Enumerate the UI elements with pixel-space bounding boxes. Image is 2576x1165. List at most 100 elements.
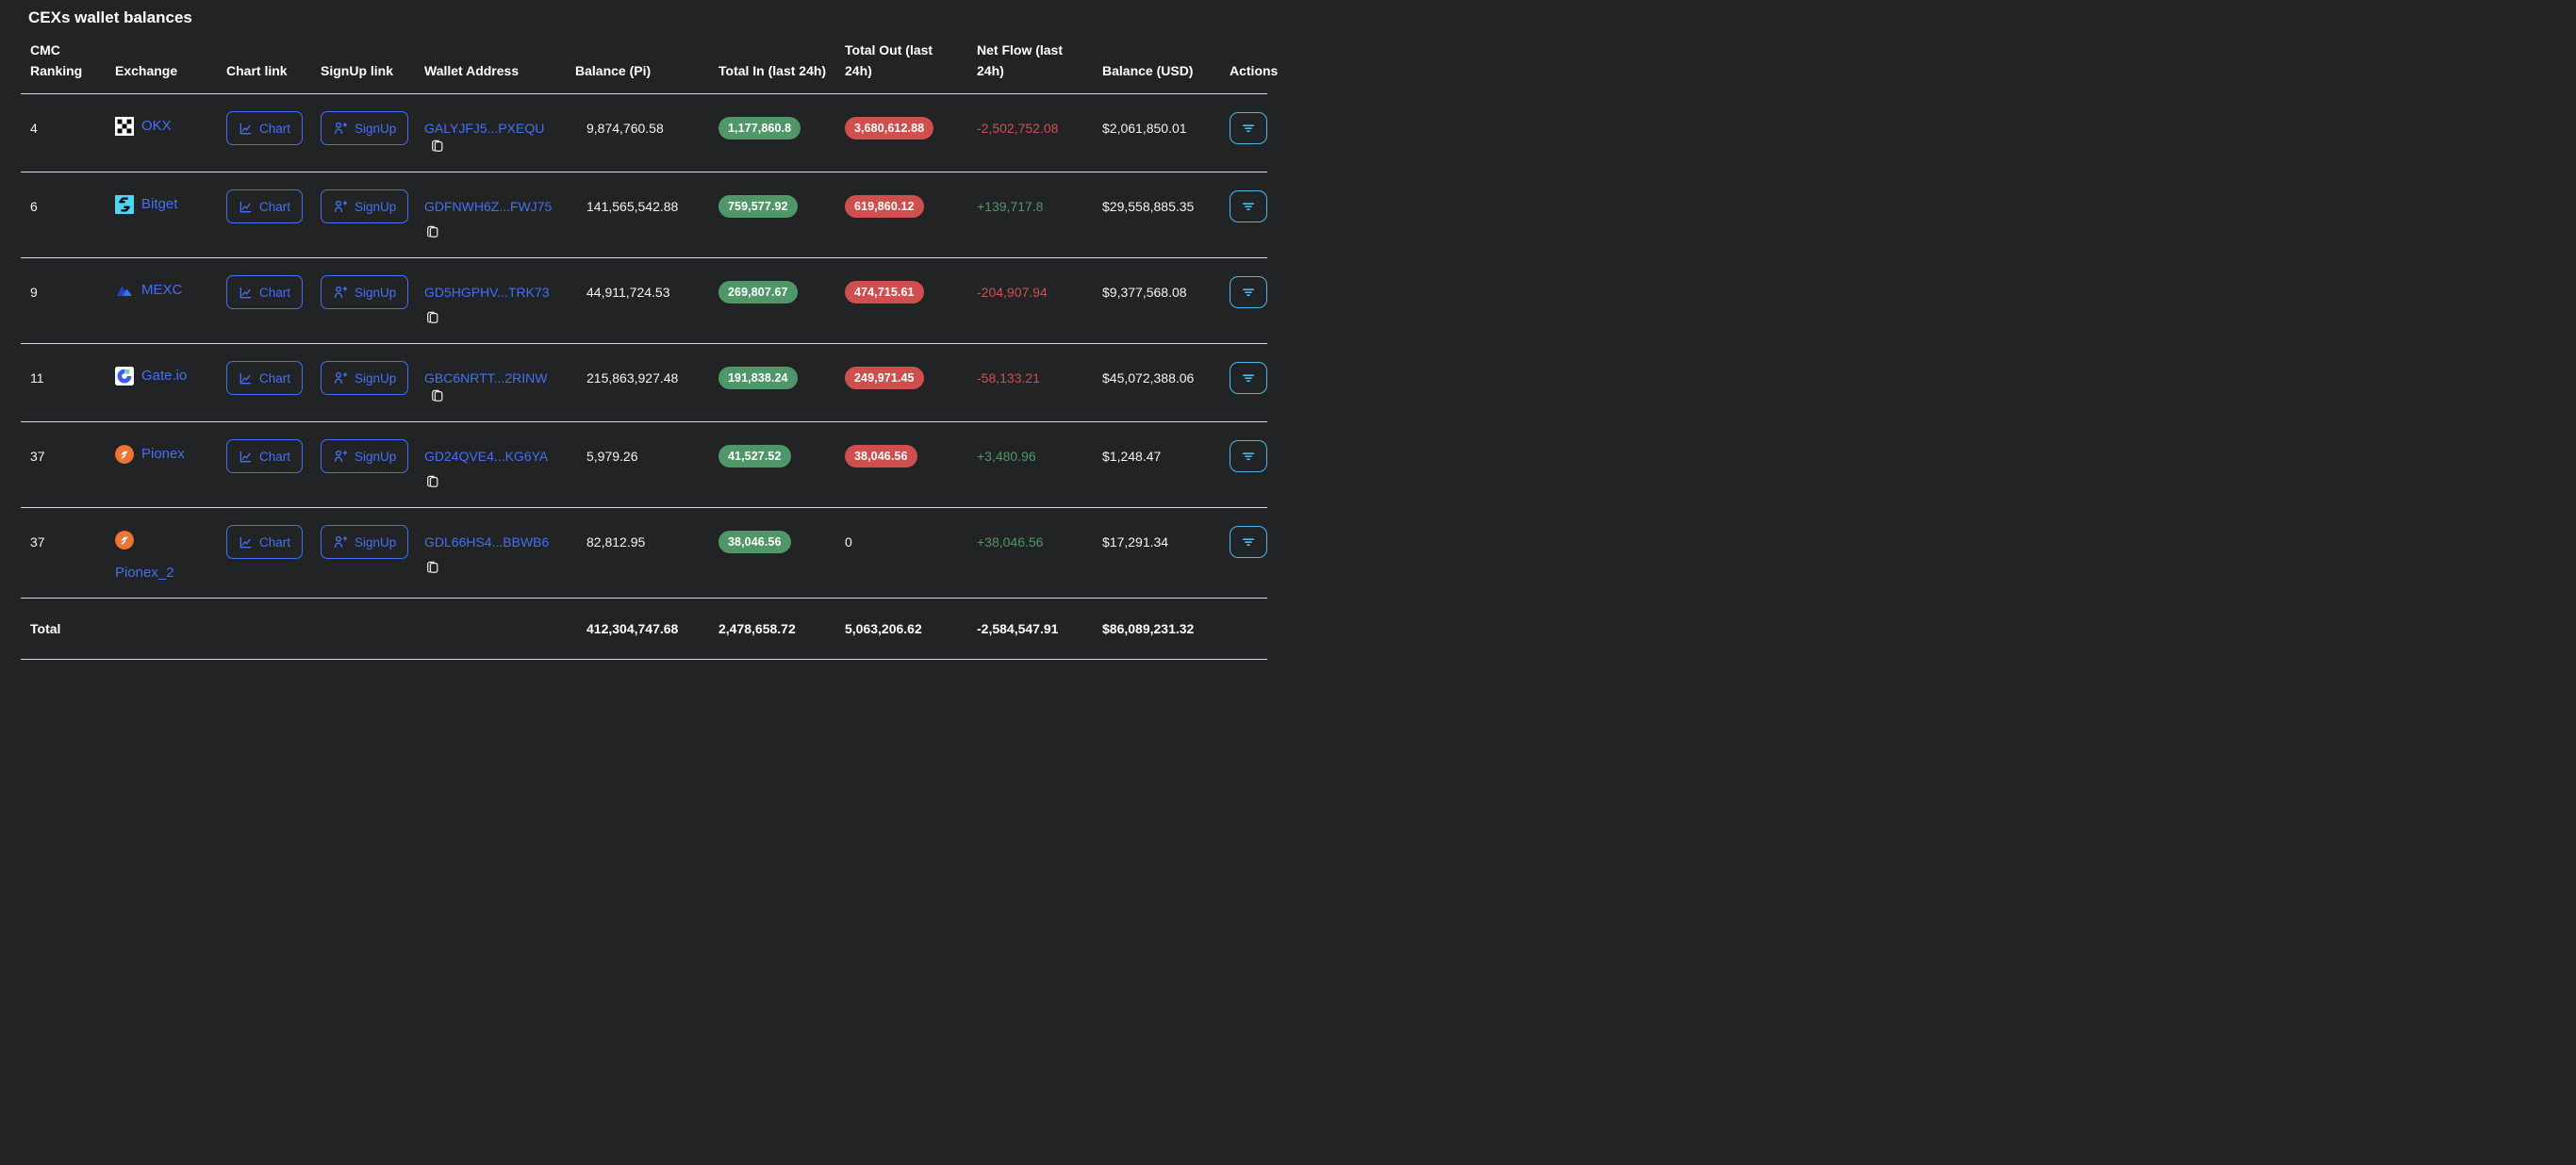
- row-actions-button[interactable]: [1230, 112, 1267, 144]
- wallet-address-cell: GBC6NRTT...2RINW: [415, 343, 566, 422]
- col-header-net-flow: Net Flow (last 24h): [967, 38, 1093, 94]
- filter-icon: [1242, 203, 1255, 210]
- net-flow-value: +139,717.8: [967, 172, 1093, 258]
- exchange-link-pionex[interactable]: Pionex: [115, 445, 185, 464]
- total-in-badge: 269,807.67: [718, 281, 798, 304]
- balance-usd-value: $17,291.34: [1093, 507, 1220, 599]
- net-flow-value: -2,502,752.08: [967, 93, 1093, 172]
- balance-pi-value: 82,812.95: [566, 507, 709, 599]
- wallet-address-link[interactable]: GD24QVE4...KG6YA: [424, 449, 548, 464]
- person-plus-icon: [334, 286, 348, 299]
- exchange-link-gateio[interactable]: Gate.io: [115, 367, 187, 386]
- person-plus-icon: [334, 122, 348, 135]
- total-in-badge: 759,577.92: [718, 195, 798, 218]
- chart-button[interactable]: Chart: [226, 439, 304, 473]
- col-header-chart-link: Chart link: [217, 38, 311, 94]
- total-out-sum: 5,063,206.62: [835, 598, 967, 660]
- wallet-address-link[interactable]: GDL66HS4...BBWB6: [424, 534, 549, 550]
- net-flow-value: +3,480.96: [967, 421, 1093, 508]
- col-header-actions: Actions: [1220, 38, 1278, 94]
- line-chart-icon: [239, 287, 252, 298]
- gateio-logo-icon: [115, 367, 134, 386]
- row-actions-button[interactable]: [1230, 440, 1267, 472]
- table-row: 11 Gate.io Chart SignUp GBC6NRTT...2RINW…: [21, 343, 1267, 422]
- wallet-address-link[interactable]: GDFNWH6Z...FWJ75: [424, 199, 552, 214]
- copy-icon[interactable]: [425, 474, 440, 492]
- col-header-total-out: Total Out (last 24h): [835, 38, 967, 94]
- total-in-badge: 191,838.24: [718, 367, 798, 389]
- table-row: 4 OKX Chart SignUp GALYJFJ5...PXEQU 9,87…: [21, 93, 1267, 172]
- person-plus-icon: [334, 535, 348, 549]
- signup-button[interactable]: SignUp: [321, 275, 409, 309]
- total-net-flow: -2,584,547.91: [967, 598, 1093, 660]
- wallet-address-cell: GDFNWH6Z...FWJ75: [415, 172, 566, 258]
- line-chart-icon: [239, 451, 252, 462]
- copy-icon[interactable]: [425, 224, 440, 242]
- wallet-address-link[interactable]: GBC6NRTT...2RINW: [424, 370, 547, 386]
- chart-button[interactable]: Chart: [226, 361, 304, 395]
- cmc-ranking-value: 9: [21, 257, 106, 344]
- col-header-balance-pi: Balance (Pi): [566, 38, 709, 94]
- bitget-logo-icon: [115, 195, 134, 214]
- total-out-badge: 619,860.12: [845, 195, 924, 218]
- copy-icon[interactable]: [425, 560, 440, 578]
- signup-button[interactable]: SignUp: [321, 361, 409, 395]
- filter-icon: [1242, 538, 1255, 547]
- cmc-ranking-value: 11: [21, 343, 106, 422]
- signup-button[interactable]: SignUp: [321, 111, 409, 145]
- exchange-link-mexc[interactable]: MEXC: [115, 281, 182, 300]
- wallet-address-cell: GD5HGPHV...TRK73: [415, 257, 566, 344]
- person-plus-icon: [334, 371, 348, 385]
- filter-icon: [1242, 124, 1255, 132]
- chart-button[interactable]: Chart: [226, 525, 304, 559]
- total-balance-pi: 412,304,747.68: [566, 598, 709, 660]
- total-label: Total: [21, 598, 106, 660]
- line-chart-icon: [239, 536, 252, 548]
- total-out-badge: 249,971.45: [845, 367, 924, 389]
- table-row: 6 Bitget Chart SignUp GDFNWH6Z...FWJ75 1…: [21, 172, 1267, 258]
- balance-pi-value: 141,565,542.88: [566, 172, 709, 258]
- wallet-address-link[interactable]: GALYJFJ5...PXEQU: [424, 121, 544, 136]
- copy-icon[interactable]: [425, 310, 440, 328]
- cmc-ranking-value: 6: [21, 172, 106, 258]
- balance-usd-value: $1,248.47: [1093, 421, 1220, 508]
- chart-button[interactable]: Chart: [226, 275, 304, 309]
- balance-pi-value: 215,863,927.48: [566, 343, 709, 422]
- wallet-address-link[interactable]: GD5HGPHV...TRK73: [424, 285, 550, 300]
- balance-pi-value: 44,911,724.53: [566, 257, 709, 344]
- col-header-wallet-address: Wallet Address: [415, 38, 566, 94]
- net-flow-value: -204,907.94: [967, 257, 1093, 344]
- total-out-badge: 474,715.61: [845, 281, 924, 304]
- signup-button[interactable]: SignUp: [321, 439, 409, 473]
- cex-wallet-balances-panel: CEXs wallet balances CMC Ranking Exchang…: [0, 0, 1288, 679]
- total-in-badge: 41,527.52: [718, 445, 791, 468]
- balance-usd-value: $29,558,885.35: [1093, 172, 1220, 258]
- copy-icon[interactable]: [430, 139, 445, 156]
- cex-balances-table: CMC Ranking Exchange Chart link SignUp l…: [21, 38, 1278, 660]
- row-actions-button[interactable]: [1230, 526, 1267, 558]
- balance-usd-value: $9,377,568.08: [1093, 257, 1220, 344]
- exchange-link-pionex-2[interactable]: Pionex_2: [115, 531, 211, 582]
- table-row: 37 Pionex_2 Chart SignUp GDL66HS4...BBWB…: [21, 507, 1267, 599]
- pionex-logo-icon: [115, 445, 134, 464]
- balance-pi-value: 9,874,760.58: [566, 93, 709, 172]
- net-flow-value: -58,133.21: [967, 343, 1093, 422]
- chart-button[interactable]: Chart: [226, 111, 304, 145]
- balance-usd-value: $45,072,388.06: [1093, 343, 1220, 422]
- signup-button[interactable]: SignUp: [321, 525, 409, 559]
- row-actions-button[interactable]: [1230, 190, 1267, 222]
- exchange-link-bitget[interactable]: Bitget: [115, 195, 177, 214]
- filter-icon: [1242, 452, 1255, 461]
- person-plus-icon: [334, 450, 348, 463]
- chart-button[interactable]: Chart: [226, 189, 304, 223]
- copy-icon[interactable]: [430, 388, 445, 406]
- signup-button[interactable]: SignUp: [321, 189, 409, 223]
- cmc-ranking-value: 4: [21, 93, 106, 172]
- person-plus-icon: [334, 200, 348, 213]
- row-actions-button[interactable]: [1230, 276, 1267, 308]
- total-out-value: 0: [835, 507, 967, 599]
- exchange-link-okx[interactable]: OKX: [115, 117, 172, 136]
- line-chart-icon: [239, 372, 252, 384]
- wallet-address-cell: GD24QVE4...KG6YA: [415, 421, 566, 508]
- row-actions-button[interactable]: [1230, 362, 1267, 394]
